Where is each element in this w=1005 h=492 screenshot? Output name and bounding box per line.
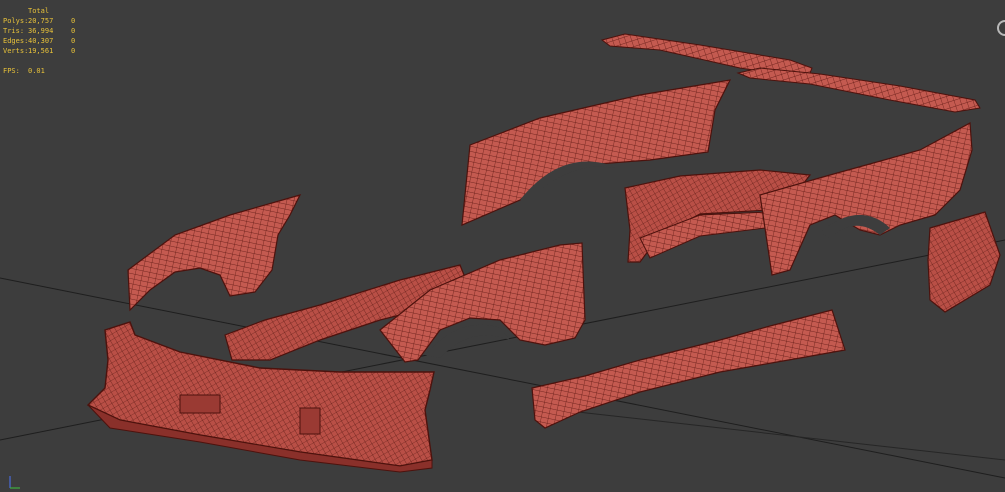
mesh-rear-spoiler[interactable] — [736, 67, 981, 113]
stats-header: Total — [28, 7, 50, 15]
axis-tripod-icon — [9, 476, 20, 489]
viewport-perspective[interactable]: Total Polys: 20,757 0 Tris: 36,994 0 Edg… — [0, 0, 1005, 492]
mesh-rear-bumper-corner[interactable] — [927, 211, 1001, 313]
mesh-front-fender-left[interactable] — [127, 194, 302, 312]
viewport-scene[interactable] — [0, 0, 1005, 492]
